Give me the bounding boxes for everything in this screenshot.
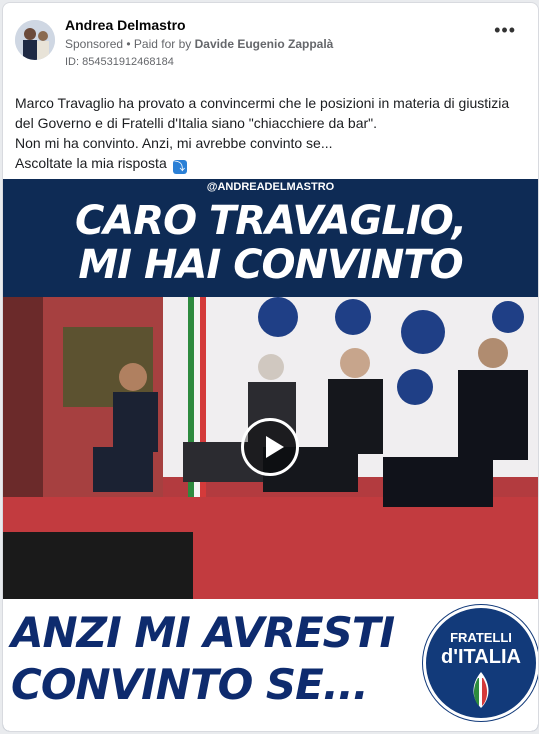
party-logo: FRATELLI d'ITALIA: [423, 605, 538, 721]
bottom-line-1: ANZI MI AVRESTI: [11, 608, 395, 657]
play-button[interactable]: [241, 418, 299, 476]
video-bottom-banner: ANZI MI AVRESTI CONVINTO SE... FRATELLI …: [3, 599, 538, 731]
post-text: Marco Travaglio ha provato a convincermi…: [15, 93, 525, 174]
bottom-line-2: CONVINTO SE...: [11, 660, 369, 709]
headline-line-1: CARO TRAVAGLIO,: [74, 198, 467, 244]
sponsored-line: Sponsored • Paid for by Davide Eugenio Z…: [65, 37, 333, 51]
avatar[interactable]: [15, 20, 55, 60]
ad-id: ID: 854531912468184: [65, 56, 174, 68]
video-handle: @ANDREADELMASTRO: [206, 181, 335, 193]
ad-card: Andrea Delmastro Sponsored • Paid for by…: [2, 2, 539, 732]
paid-for-label: • Paid for by: [126, 37, 192, 51]
post-text-line: Ascoltate la mia risposta ⤵: [15, 155, 187, 174]
post-text-line: del Governo e di Fratelli d'Italia siano…: [15, 115, 378, 131]
post-text-line: Marco Travaglio ha provato a convincermi…: [15, 95, 510, 111]
arrow-down-icon: ⤵: [172, 160, 187, 174]
flame-icon: [473, 672, 489, 708]
bottom-caption: ANZI MI AVRESTI CONVINTO SE...: [11, 607, 395, 711]
more-options-icon[interactable]: •••: [494, 21, 516, 39]
video-media[interactable]: @ANDREADELMASTRO CARO TRAVAGLIO, MI HAI …: [3, 179, 538, 731]
video-headline: CARO TRAVAGLIO, MI HAI CONVINTO: [3, 199, 538, 287]
payer-name: Davide Eugenio Zappalà: [194, 37, 334, 51]
sponsored-label: Sponsored: [65, 37, 124, 51]
headline-line-2: MI HAI CONVINTO: [78, 242, 463, 288]
post-text-line: Non mi ha convinto. Anzi, mi avrebbe con…: [15, 135, 333, 151]
author-name[interactable]: Andrea Delmastro: [65, 17, 186, 33]
